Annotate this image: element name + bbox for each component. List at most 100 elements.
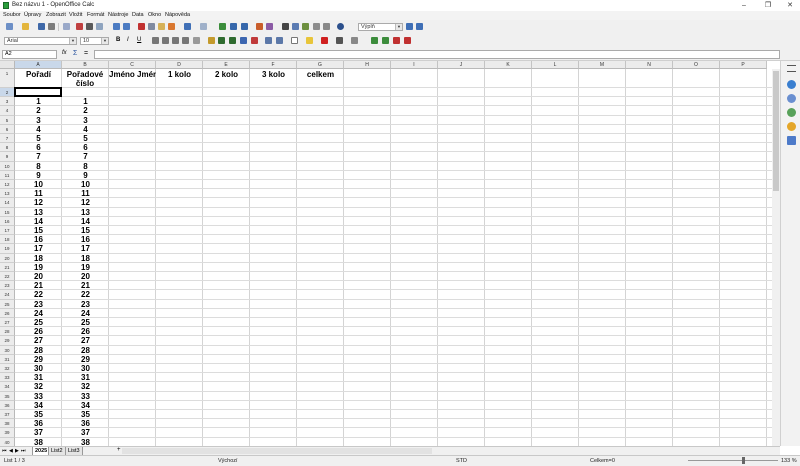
function-wizard-icon[interactable]: fx (62, 50, 67, 56)
rank-cell[interactable]: 8 (15, 162, 62, 171)
menu-nastroje[interactable]: Nástroje (108, 12, 128, 18)
row-header[interactable]: 7 (0, 134, 15, 143)
row-header[interactable]: 28 (0, 327, 15, 336)
name-box[interactable]: A2 (2, 50, 57, 59)
rank-cell[interactable]: 37 (15, 428, 62, 437)
cut-icon[interactable] (138, 23, 145, 30)
column-header[interactable]: J (438, 61, 485, 69)
sort-ascending-icon[interactable] (230, 23, 237, 30)
delete-rows-icon[interactable] (393, 37, 400, 44)
navigator-sidebar-icon[interactable] (787, 122, 796, 131)
header-cell[interactable]: 2 kolo (203, 70, 250, 79)
formula-input[interactable] (94, 50, 780, 59)
font-size-combo[interactable]: 10 ▼ (80, 37, 109, 45)
menu-okno[interactable]: Okno (148, 12, 161, 18)
spreadsheet-grid[interactable]: ABCDEFGHIJKLMNOP123456789101112131415161… (0, 61, 772, 446)
insert-rows-icon[interactable] (371, 37, 378, 44)
style-combo[interactable]: Výplň ▼ (358, 23, 403, 31)
row-header[interactable]: 20 (0, 254, 15, 263)
currency-format-icon[interactable] (208, 37, 215, 44)
rank-cell[interactable]: 25 (15, 318, 62, 327)
clone-formatting-icon[interactable] (168, 23, 175, 30)
column-header[interactable]: K (485, 61, 532, 69)
rank-cell[interactable]: 30 (15, 364, 62, 373)
increase-indent-icon[interactable] (276, 37, 283, 44)
row-header[interactable]: 9 (0, 152, 15, 161)
row-header[interactable]: 37 (0, 410, 15, 419)
rank-cell[interactable]: 3 (15, 116, 62, 125)
order-number-cell[interactable]: 23 (62, 300, 109, 309)
find-replace-icon[interactable] (282, 23, 289, 30)
order-number-cell[interactable]: 36 (62, 419, 109, 428)
order-number-cell[interactable]: 25 (62, 318, 109, 327)
bold-button[interactable]: B (116, 37, 120, 43)
font-color-icon[interactable] (321, 37, 328, 44)
row-header[interactable]: 17 (0, 226, 15, 235)
order-number-cell[interactable]: 27 (62, 336, 109, 345)
row-header[interactable]: 16 (0, 217, 15, 226)
delete-decimal-icon[interactable] (251, 37, 258, 44)
first-sheet-arrow-icon[interactable]: ⏮ (2, 448, 7, 454)
rank-cell[interactable]: 17 (15, 244, 62, 253)
order-number-cell[interactable]: 2 (62, 106, 109, 115)
row-header[interactable]: 35 (0, 392, 15, 401)
row-header[interactable]: 19 (0, 244, 15, 253)
insert-chart-icon[interactable] (256, 23, 263, 30)
row-header[interactable]: 3 (0, 97, 15, 106)
order-number-cell[interactable]: 10 (62, 180, 109, 189)
row-header[interactable]: 21 (0, 263, 15, 272)
order-number-cell[interactable]: 24 (62, 309, 109, 318)
order-number-cell[interactable]: 16 (62, 235, 109, 244)
vertical-scroll-thumb[interactable] (773, 71, 779, 191)
column-header[interactable]: L (532, 61, 579, 69)
column-header[interactable]: F (250, 61, 297, 69)
rank-cell[interactable]: 24 (15, 309, 62, 318)
order-number-cell[interactable]: 1 (62, 97, 109, 106)
rank-cell[interactable]: 13 (15, 208, 62, 217)
order-number-cell[interactable]: 33 (62, 392, 109, 401)
active-cell-cursor[interactable] (14, 87, 62, 97)
print-icon[interactable] (86, 23, 93, 30)
header-cell[interactable]: 3 kolo (250, 70, 297, 79)
rank-cell[interactable]: 29 (15, 355, 62, 364)
column-header[interactable]: A (15, 61, 62, 69)
order-number-cell[interactable]: 17 (62, 244, 109, 253)
order-number-cell[interactable]: 5 (62, 134, 109, 143)
column-header[interactable]: B (62, 61, 109, 69)
order-number-cell[interactable]: 31 (62, 373, 109, 382)
print-preview-icon[interactable] (96, 23, 103, 30)
rank-cell[interactable]: 4 (15, 125, 62, 134)
align-center-icon[interactable] (162, 37, 169, 44)
menu-zobrazit[interactable]: Zobrazit (46, 12, 66, 18)
percent-format-icon[interactable] (218, 37, 225, 44)
equals-icon[interactable]: = (84, 50, 88, 57)
row-header[interactable]: 12 (0, 180, 15, 189)
new-style-icon[interactable] (416, 23, 423, 30)
rank-cell[interactable]: 31 (15, 373, 62, 382)
chevron-down-icon[interactable]: ▼ (69, 38, 76, 44)
menu-format[interactable]: Formát (87, 12, 104, 18)
row-header[interactable]: 10 (0, 162, 15, 171)
gallery-icon[interactable] (302, 23, 309, 30)
row-header[interactable]: 24 (0, 290, 15, 299)
row-header[interactable]: 30 (0, 346, 15, 355)
row-header[interactable]: 32 (0, 364, 15, 373)
font-name-combo[interactable]: Arial ▼ (4, 37, 77, 45)
input-mode[interactable]: STD (456, 458, 467, 464)
rank-cell[interactable]: 23 (15, 300, 62, 309)
rank-cell[interactable]: 36 (15, 419, 62, 428)
rank-cell[interactable]: 22 (15, 290, 62, 299)
chevron-down-icon[interactable]: ▼ (395, 24, 402, 30)
order-number-cell[interactable]: 37 (62, 428, 109, 437)
column-header[interactable]: P (720, 61, 767, 69)
order-number-cell[interactable]: 15 (62, 226, 109, 235)
column-header[interactable]: I (391, 61, 438, 69)
order-number-cell[interactable]: 21 (62, 281, 109, 290)
chevron-down-icon[interactable]: ▼ (101, 38, 108, 44)
menu-data[interactable]: Data (132, 12, 144, 18)
menu-napoveda[interactable]: Nápověda (165, 12, 190, 18)
row-header[interactable]: 40 (0, 438, 15, 446)
rank-cell[interactable]: 21 (15, 281, 62, 290)
zoom-slider[interactable] (688, 460, 778, 461)
export-pdf-icon[interactable] (76, 23, 83, 30)
